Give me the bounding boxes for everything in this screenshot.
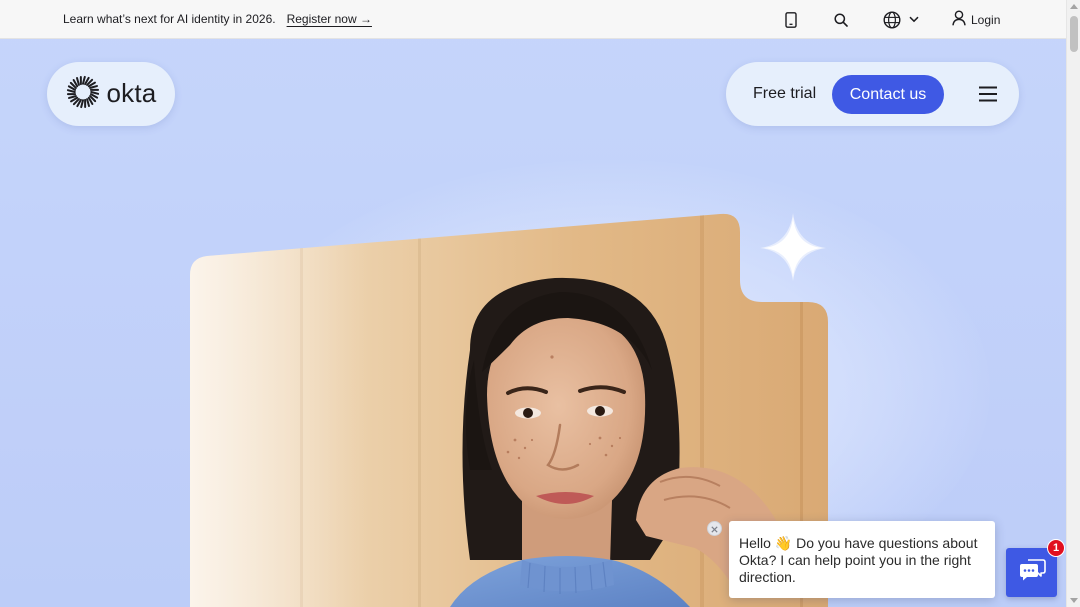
logo-text: okta	[106, 77, 157, 108]
hamburger-menu-icon[interactable]	[973, 80, 1003, 108]
contact-us-button[interactable]: Contact us	[832, 75, 944, 114]
free-trial-link[interactable]: Free trial	[753, 75, 816, 113]
chat-launcher-button[interactable]	[1006, 548, 1057, 597]
page-scrollbar[interactable]	[1066, 0, 1080, 607]
scroll-up-arrow-icon[interactable]	[1070, 4, 1078, 9]
chat-message: Hello 👋 Do you have questions about Okta…	[739, 535, 978, 585]
page: Learn what’s next for AI identity in 202…	[0, 0, 1080, 607]
chat-close-button[interactable]	[707, 521, 722, 536]
chat-greeting-bubble[interactable]: Hello 👋 Do you have questions about Okta…	[729, 521, 995, 598]
okta-sunburst-icon	[66, 75, 100, 114]
scroll-down-arrow-icon[interactable]	[1070, 598, 1078, 603]
chat-bubbles-icon	[1018, 558, 1046, 587]
okta-logo-link[interactable]: okta	[47, 62, 175, 126]
chat-unread-badge: 1	[1047, 539, 1065, 557]
sparkle-icon	[760, 213, 826, 281]
scrollbar-thumb[interactable]	[1070, 16, 1078, 52]
close-icon	[711, 520, 718, 538]
